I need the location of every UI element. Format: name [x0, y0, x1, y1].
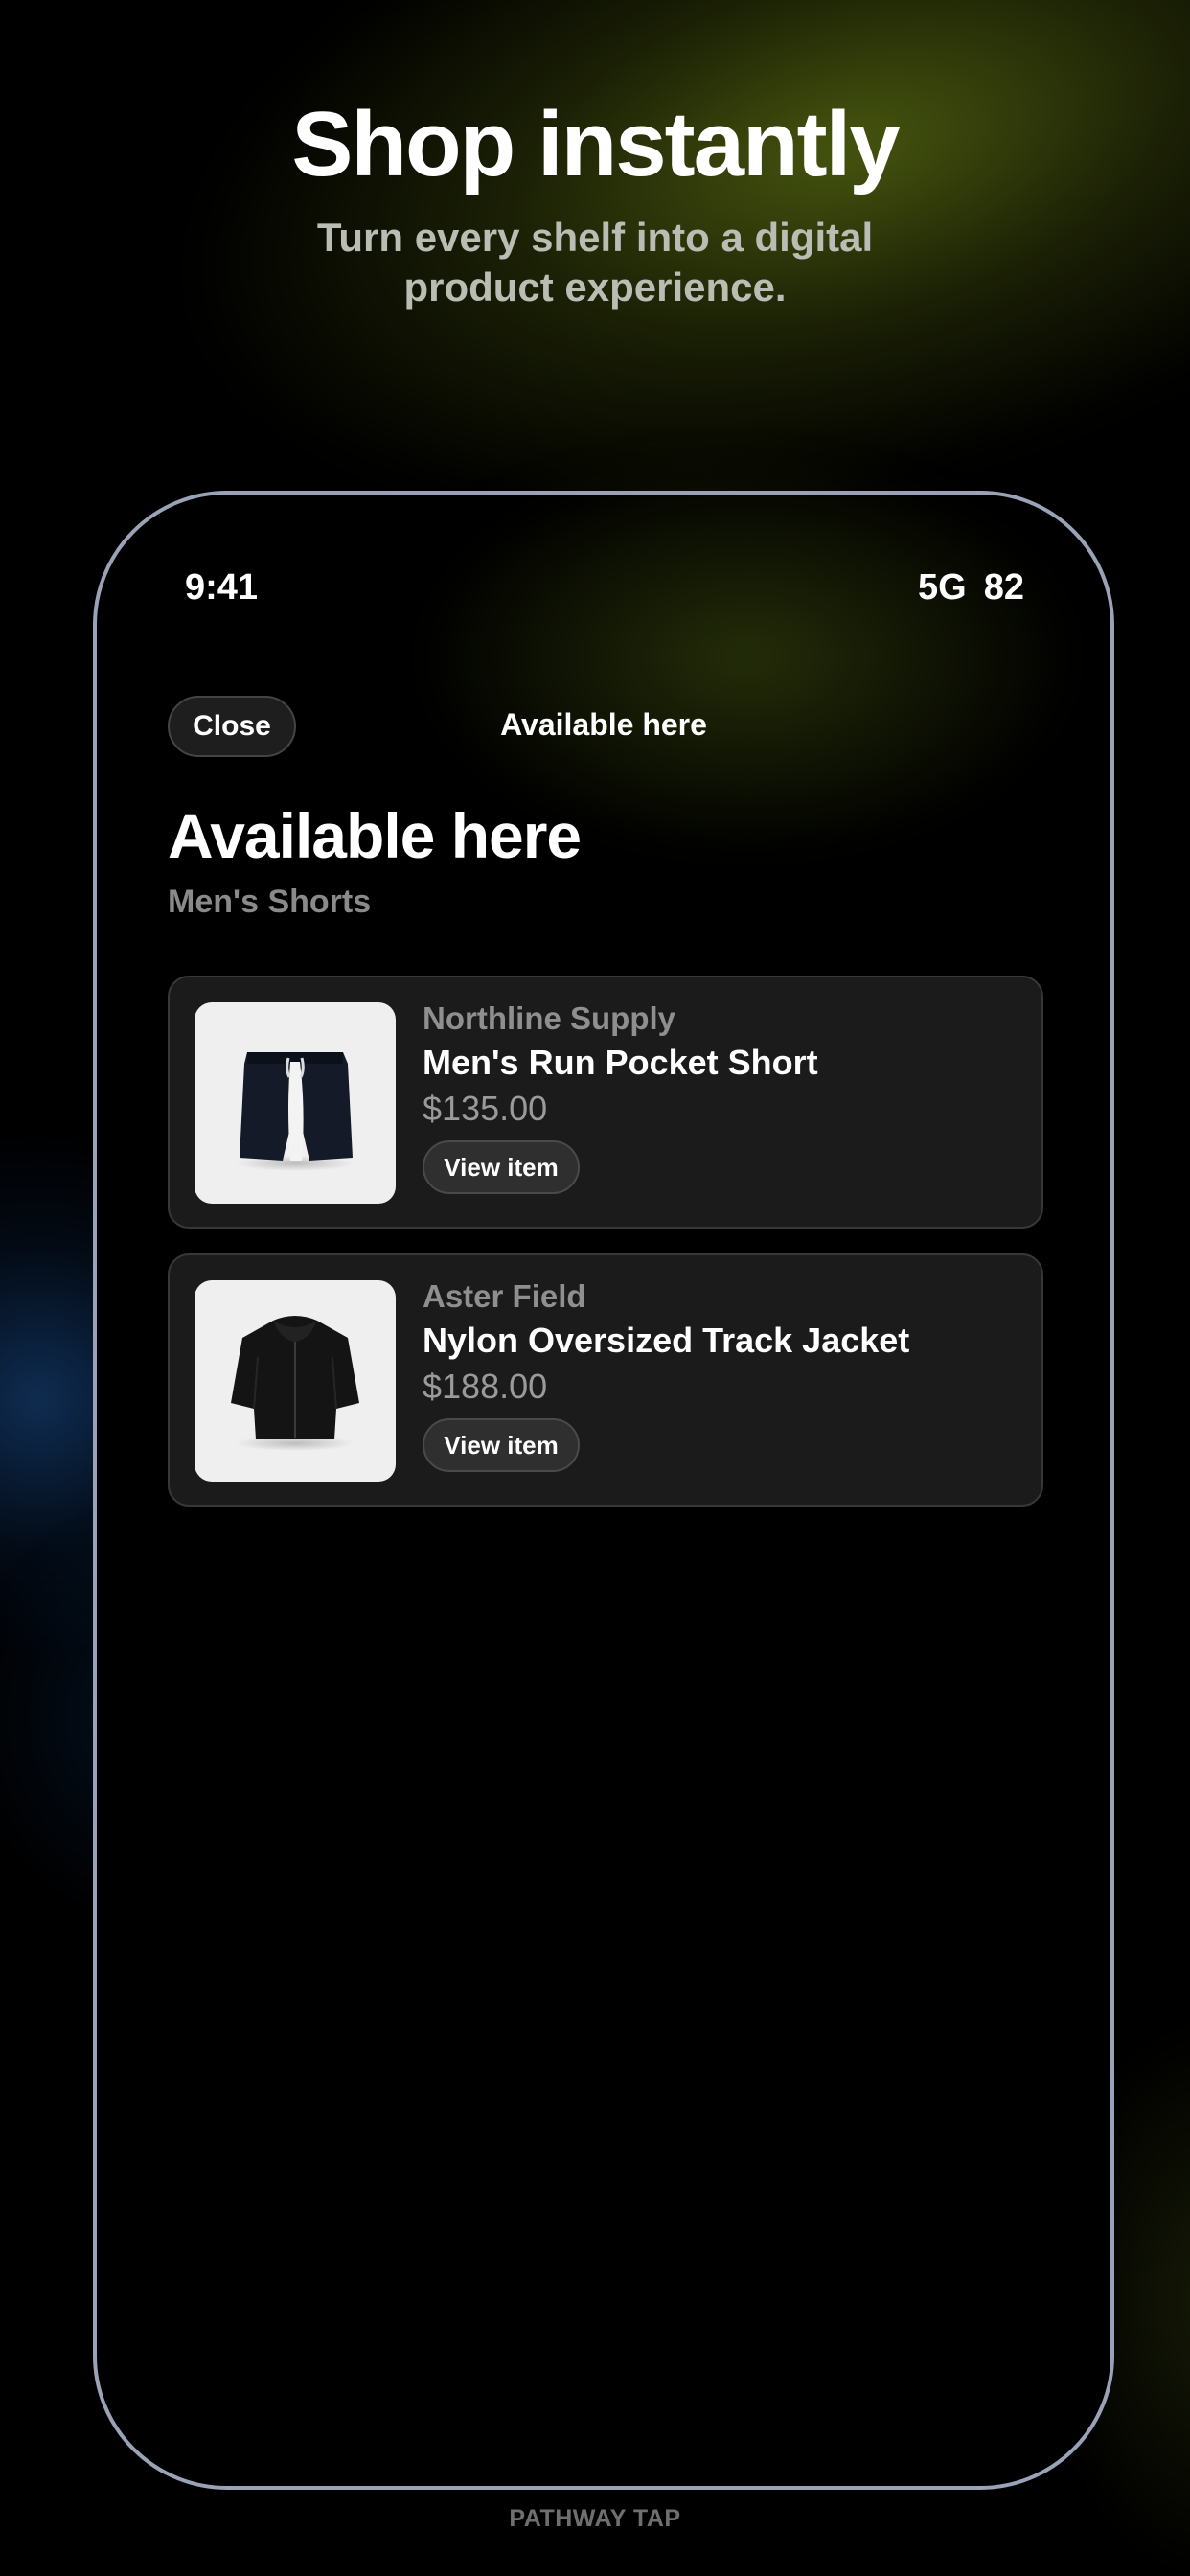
view-item-button[interactable]: View item: [423, 1140, 580, 1194]
battery-level: 82: [983, 567, 1024, 608]
footer-brand: PATHWAY TAP: [509, 2505, 681, 2532]
status-indicators: 5G 82: [918, 567, 1024, 609]
shorts-icon: [236, 1052, 355, 1171]
product-brand: Northline Supply: [423, 1000, 675, 1036]
jacket-icon: [231, 1316, 359, 1451]
product-card[interactable]: Northline Supply Men's Run Pocket Short …: [168, 976, 1043, 1229]
product-image: [195, 1280, 396, 1482]
product-image: [195, 1002, 396, 1204]
phone-frame: 9:41 5G 82 Close Available here Availabl…: [93, 491, 1114, 2490]
product-card[interactable]: Aster Field Nylon Oversized Track Jacket…: [168, 1254, 1043, 1506]
status-time: 9:41: [185, 567, 259, 608]
view-item-button[interactable]: View item: [423, 1418, 580, 1472]
product-price: $135.00: [423, 1089, 548, 1128]
nav-title: Available here: [500, 707, 707, 742]
product-price: $188.00: [423, 1367, 548, 1406]
hero-subtitle: Turn every shelf into a digital product …: [316, 215, 874, 310]
hero-title: Shop instantly: [291, 93, 900, 196]
product-name: Men's Run Pocket Short: [423, 1043, 818, 1082]
product-brand: Aster Field: [423, 1278, 586, 1314]
page-title: Available here: [168, 800, 582, 871]
category-label: Men's Shorts: [168, 884, 372, 920]
product-name: Nylon Oversized Track Jacket: [423, 1321, 910, 1360]
network-label: 5G: [918, 567, 967, 608]
